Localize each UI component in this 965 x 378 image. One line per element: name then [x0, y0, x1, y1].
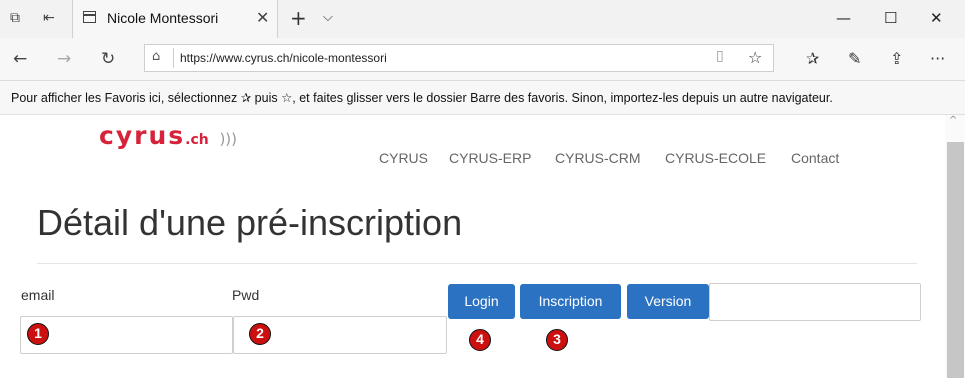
divider	[37, 263, 917, 264]
vertical-scrollbar[interactable]: ^	[945, 115, 965, 378]
lock-icon: ⌂	[152, 49, 161, 64]
logo-waves: )))	[219, 130, 237, 148]
scroll-thumb[interactable]	[947, 142, 964, 378]
share-icon[interactable]: ⇪	[890, 49, 903, 68]
scroll-up-icon[interactable]: ^	[949, 115, 957, 126]
add-favorite-icon[interactable]: ☆	[748, 48, 762, 67]
inscription-button[interactable]: Inscription	[520, 284, 621, 319]
logo-text: cyrus	[99, 121, 186, 150]
page-icon	[83, 11, 96, 23]
page-title: Détail d'une pré-inscription	[37, 202, 463, 243]
close-window-icon[interactable]: ✕	[930, 9, 943, 27]
favorites-bar: Pour afficher les Favoris ici, sélection…	[0, 81, 965, 115]
refresh-icon[interactable]: ↻	[101, 49, 115, 69]
nav-contact[interactable]: Contact	[791, 150, 839, 166]
version-button[interactable]: Version	[627, 284, 709, 319]
email-field[interactable]	[20, 316, 233, 354]
back-icon[interactable]: ←	[13, 49, 27, 69]
more-icon[interactable]: ···	[930, 49, 945, 68]
navigation-bar: ← → ↻ ⌂ https://www.cyrus.ch/nicole-mont…	[0, 38, 965, 81]
tab-actions-icon[interactable]: ⧉	[10, 10, 20, 26]
url-text[interactable]: https://www.cyrus.ch/nicole-montessori	[180, 51, 387, 65]
nav-cyrus-ecole[interactable]: CYRUS-ECOLE	[665, 150, 766, 166]
pwd-label: Pwd	[232, 287, 260, 303]
pen-icon[interactable]: ✎	[848, 49, 861, 68]
chevron-down-icon[interactable]: ⌵	[323, 10, 333, 25]
minimize-icon[interactable]: —	[836, 9, 851, 27]
nav-cyrus-crm[interactable]: CYRUS-CRM	[555, 150, 641, 166]
email-label: email	[21, 287, 55, 303]
marker-3: 3	[546, 329, 568, 351]
address-separator	[173, 48, 174, 68]
close-tab-icon[interactable]: ✕	[256, 8, 269, 27]
title-bar: ⧉ ⇤ Nicole Montessori ✕ + ⌵ — ☐ ✕	[0, 0, 965, 38]
maximize-icon[interactable]: ☐	[884, 9, 897, 27]
set-tabs-aside-icon[interactable]: ⇤	[43, 10, 55, 26]
address-bar[interactable]: ⌂ https://www.cyrus.ch/nicole-montessori…	[144, 44, 774, 72]
nav-cyrus[interactable]: CYRUS	[379, 150, 428, 166]
browser-tab[interactable]: Nicole Montessori ✕	[72, 0, 278, 38]
marker-1: 1	[27, 323, 49, 345]
favorites-hub-icon[interactable]: ✰	[806, 49, 819, 68]
nav-cyrus-erp[interactable]: CYRUS-ERP	[449, 150, 531, 166]
new-tab-icon[interactable]: +	[290, 6, 307, 30]
reading-view-icon[interactable]: ▯	[716, 48, 724, 64]
tab-title: Nicole Montessori	[107, 10, 219, 26]
favorites-hint: Pour afficher les Favoris ici, sélection…	[11, 91, 833, 105]
marker-4: 4	[469, 329, 491, 351]
logo-tld: .ch	[185, 132, 209, 148]
marker-2: 2	[249, 323, 271, 345]
extra-field[interactable]	[709, 283, 921, 321]
site-logo[interactable]: cyrus.ch )))	[99, 121, 237, 150]
login-button[interactable]: Login	[448, 284, 515, 319]
forward-icon[interactable]: →	[57, 49, 71, 69]
